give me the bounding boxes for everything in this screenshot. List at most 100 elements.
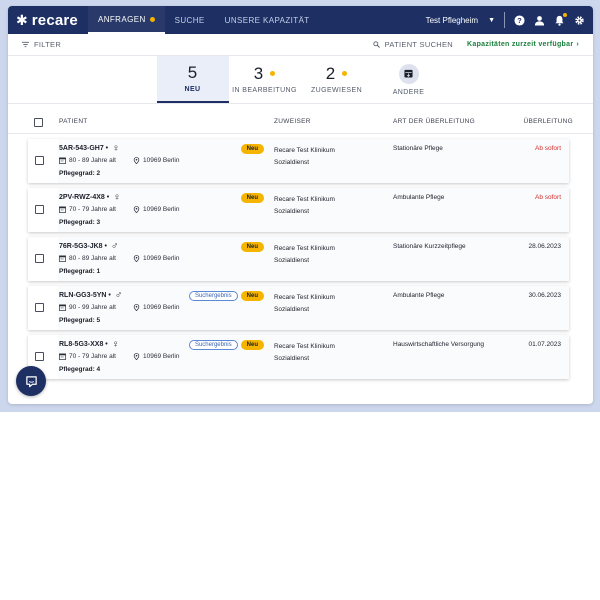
gear-icon[interactable] [574, 15, 585, 26]
patient-id-line: RL8-5G3-XX8 • ♀ [59, 339, 120, 350]
patient-id: 2PV-RWZ-4X8 • [59, 194, 110, 201]
logo-star-icon: ✱ [16, 12, 28, 28]
table-row[interactable]: 76R-5G3-JK8 • ♂ 80 - 89 Jahre alt 10969 … [28, 237, 569, 281]
count-value: 2 [325, 64, 336, 83]
new-badge: Neu [240, 193, 264, 203]
counter-label: IN BEARBEITUNG [232, 87, 297, 94]
new-badge: Neu [240, 291, 264, 301]
bell-icon[interactable] [554, 12, 567, 26]
care-level: Pflegegrad: 5 [59, 317, 101, 324]
user-icon[interactable] [534, 15, 545, 26]
care-level: Pflegegrad: 1 [59, 268, 101, 275]
request-list: 5AR-543-GH7 • ♀ 80 - 89 Jahre alt 10969 … [8, 139, 593, 379]
location-pin-icon [133, 157, 140, 164]
gender-icon: ♂ [110, 241, 119, 252]
transfer-type: Stationäre Pflege [393, 145, 443, 152]
counter-label: NEU [184, 86, 201, 93]
location-text: 10969 Berlin [142, 353, 180, 360]
new-badge: Neu [240, 144, 264, 154]
patient-age: 90 - 99 Jahre alt [69, 304, 116, 311]
main-nav: ANFRAGEN SUCHE UNSERE KAPAZITÄT [87, 6, 320, 34]
zuweiser-department: Sozialdienst [274, 355, 310, 362]
zuweiser-cell: Recare Test Klinikum Sozialdienst [274, 243, 335, 267]
select-all-checkbox[interactable] [34, 118, 43, 127]
patient-location: 10969 Berlin [133, 353, 180, 360]
notification-dot [270, 71, 276, 76]
zuweiser-name: Recare Test Klinikum [274, 147, 335, 154]
patient-age: 80 - 89 Jahre alt [69, 157, 116, 164]
location-pin-icon [133, 255, 140, 262]
table-header: PATIENT ZUWEISER ART DER ÜBERLEITUNG ÜBE… [8, 110, 593, 134]
patient-location: 10969 Berlin [133, 304, 179, 311]
care-level: Pflegegrad: 2 [59, 170, 101, 177]
gender-icon: ♀ [112, 143, 120, 154]
zuweiser-cell: Recare Test Klinikum Sozialdienst [274, 292, 335, 316]
location-pin-icon [133, 353, 140, 360]
zuweiser-name: Recare Test Klinikum [274, 294, 335, 301]
help-icon[interactable]: ? [514, 14, 525, 26]
transfer-type: Ambulante Pflege [393, 292, 445, 299]
patient-id: RLN-GG3-5YN • [59, 292, 111, 299]
chat-icon [25, 375, 37, 387]
patient-location: 10969 Berlin [133, 157, 179, 164]
capacity-link[interactable]: Kapazitäten zurzeit verfügbar › [467, 41, 579, 48]
calendar-icon [59, 353, 66, 360]
counter-count: 3 [254, 65, 276, 82]
counter-tab-neu[interactable]: 5 NEU [156, 56, 229, 103]
notification-dot [342, 71, 348, 76]
column-header-patient: PATIENT [59, 118, 88, 125]
patient-details-line: 70 - 79 Jahre alt 10969 Berlin [59, 206, 179, 213]
location-text: 10969 Berlin [142, 206, 180, 213]
column-header-art: ART DER ÜBERLEITUNG [393, 118, 476, 125]
transfer-date: 30.06.2023 [528, 292, 561, 299]
user-menu[interactable]: Test Pflegheim ▼ [426, 16, 495, 25]
counter-tab-zugewiesen[interactable]: 2 ZUGEWIESEN [301, 56, 373, 103]
nav-tab-label: UNSERE KAPAZITÄT [224, 15, 310, 25]
calendar-icon [59, 304, 66, 311]
counter-tab-in-bearbeitung[interactable]: 3 IN BEARBEITUNG [229, 56, 301, 103]
logo-text: recare [31, 11, 78, 29]
nav-tab-kapazitaet[interactable]: UNSERE KAPAZITÄT [215, 6, 320, 34]
gender-icon: ♀ [111, 339, 120, 350]
row-checkbox[interactable] [35, 205, 44, 214]
transfer-type: Ambulante Pflege [393, 194, 445, 201]
count-value: 5 [187, 63, 198, 82]
table-row[interactable]: 2PV-RWZ-4X8 • ♀ 70 - 79 Jahre alt 10969 … [28, 188, 569, 232]
zuweiser-name: Recare Test Klinikum [274, 196, 335, 203]
table-row[interactable]: RL8-5G3-XX8 • ♀ 70 - 79 Jahre alt 10969 … [28, 335, 569, 379]
top-navigation-bar: ✱ recare ANFRAGEN SUCHE UNSERE KAPAZITÄT… [8, 6, 593, 34]
chat-button[interactable] [16, 366, 46, 396]
patient-id-line: 76R-5G3-JK8 • ♂ [59, 241, 119, 252]
transfer-date: 01.07.2023 [528, 341, 561, 348]
calendar-icon [59, 206, 66, 213]
recare-logo[interactable]: ✱ recare [16, 12, 78, 29]
filter-button[interactable]: FILTER [22, 40, 61, 49]
filter-label: FILTER [34, 40, 62, 49]
patient-age: 70 - 79 Jahre alt [69, 353, 116, 360]
row-checkbox[interactable] [35, 254, 44, 263]
nav-tab-suche[interactable]: SUCHE [165, 6, 215, 34]
zuweiser-cell: Recare Test Klinikum Sozialdienst [274, 194, 335, 218]
patient-age: 70 - 79 Jahre alt [69, 206, 116, 213]
row-checkbox[interactable] [35, 352, 44, 361]
transfer-type: Stationäre Kurzzeitpflege [393, 243, 466, 250]
patient-details-line: 80 - 89 Jahre alt 10969 Berlin [59, 157, 179, 164]
patient-id: 76R-5G3-JK8 • [59, 243, 107, 250]
row-checkbox[interactable] [35, 303, 44, 312]
transfer-date: 28.06.2023 [528, 243, 561, 250]
top-right-controls: Test Pflegheim ▼ ? [426, 12, 585, 28]
patient-details-line: 90 - 99 Jahre alt 10969 Berlin [59, 304, 179, 311]
search-label: PATIENT SUCHEN [384, 40, 454, 49]
patient-search-button[interactable]: PATIENT SUCHEN [372, 40, 454, 49]
counter-tab-andere[interactable]: ANDERE [373, 56, 445, 103]
row-badges: Suchergebnis Neu [188, 291, 264, 301]
row-badges: Neu [240, 144, 264, 154]
row-checkbox[interactable] [35, 156, 44, 165]
zuweiser-cell: Recare Test Klinikum Sozialdienst [274, 341, 335, 365]
table-row[interactable]: 5AR-543-GH7 • ♀ 80 - 89 Jahre alt 10969 … [28, 139, 569, 183]
table-row[interactable]: RLN-GG3-5YN • ♂ 90 - 99 Jahre alt 10969 … [28, 286, 569, 330]
counter-label: ZUGEWIESEN [310, 87, 363, 94]
counter-label: ANDERE [392, 88, 425, 96]
nav-tab-anfragen[interactable]: ANFRAGEN [87, 6, 165, 34]
capacity-label: Kapazitäten zurzeit verfügbar [467, 41, 574, 48]
